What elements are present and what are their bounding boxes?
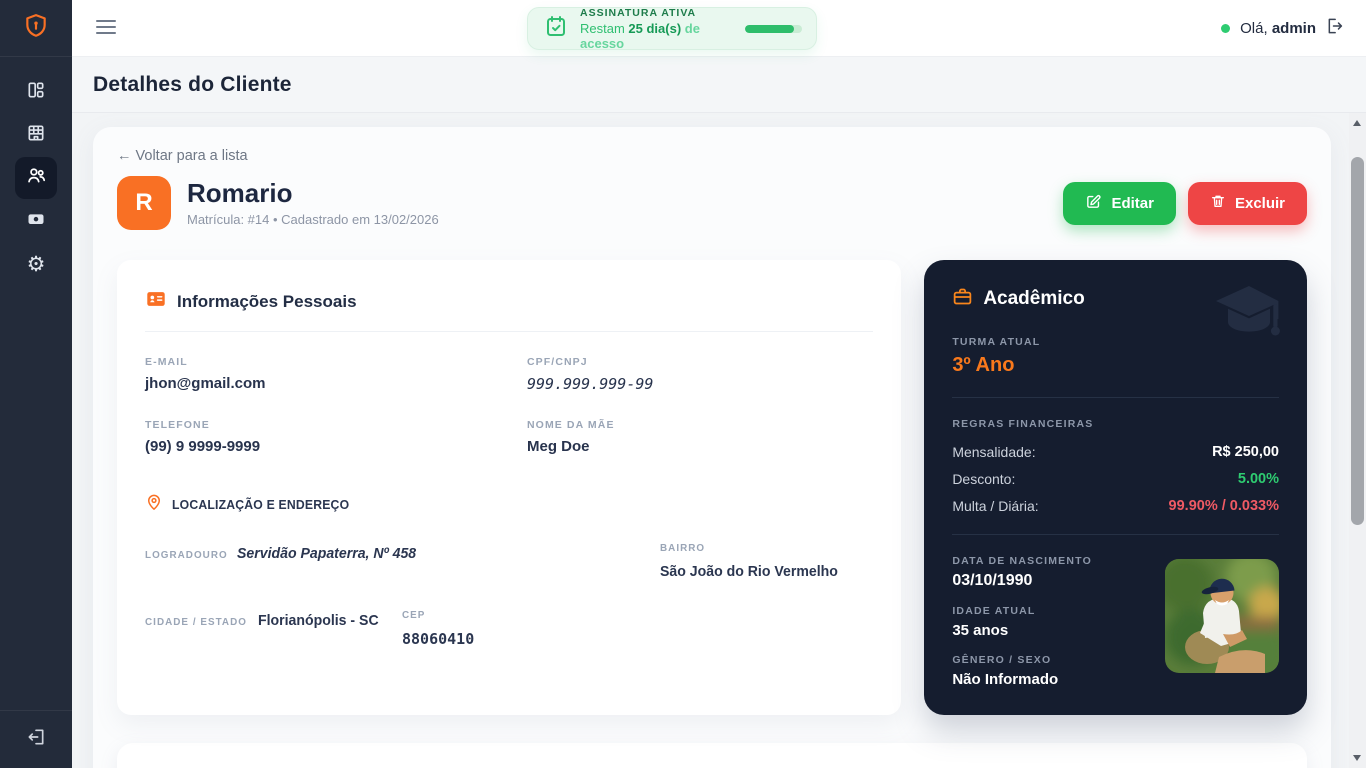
map-pin-icon <box>145 493 163 516</box>
edit-button[interactable]: Editar <box>1063 182 1176 225</box>
user-greeting: Olá, admin <box>1240 20 1316 37</box>
academic-card: Acadêmico TURMA ATUAL 3º Ano REGRAS FINA… <box>924 260 1307 715</box>
scrollbar-down-arrow[interactable] <box>1353 755 1361 761</box>
subscription-status: ASSINATURA ATIVA <box>580 7 745 19</box>
hamburger-menu-icon[interactable] <box>96 20 116 38</box>
field-street: LOGRADOURO Servidão Papaterra, Nº 458 <box>145 538 660 581</box>
age-field: IDADE ATUAL 35 anos <box>952 605 1165 639</box>
sidebar: ⚙ <box>0 0 72 768</box>
sidebar-logout[interactable] <box>0 710 72 768</box>
sidebar-item-finance[interactable] <box>15 200 57 242</box>
wallet-icon <box>26 209 46 234</box>
sidebar-item-settings[interactable]: ⚙ <box>15 243 57 285</box>
gender-field: GÊNERO / SEXO Não Informado <box>952 654 1165 688</box>
subscription-banner: ASSINATURA ATIVA Restam 25 dia(s) de ace… <box>527 7 817 50</box>
scrollbar-up-arrow[interactable] <box>1353 120 1361 126</box>
sidebar-nav: ⚙ <box>0 57 72 285</box>
back-to-list-link[interactable]: ← Voltar para a lista <box>117 148 248 164</box>
main-content: ← Voltar para a lista R Romario Matrícul… <box>72 113 1349 768</box>
field-phone: TELEFONE (99) 9 9999-9999 <box>145 419 527 455</box>
logout-button[interactable] <box>1326 16 1346 41</box>
discount-row: Desconto: 5.00% <box>952 471 1279 487</box>
calendar-check-icon <box>544 14 568 43</box>
client-avatar: R <box>117 176 171 230</box>
online-status-dot <box>1221 24 1230 33</box>
academic-title: Acadêmico <box>983 288 1084 310</box>
field-city-state: CIDADE / ESTADO Florianópolis - SC <box>145 605 402 648</box>
page-title: Detalhes do Cliente <box>93 73 292 97</box>
dashboard-icon <box>26 80 46 105</box>
location-title: LOCALIZAÇÃO E ENDEREÇO <box>172 497 349 512</box>
subscription-progress-fill <box>745 25 794 33</box>
subscription-remaining: Restam 25 dia(s) de acesso <box>580 21 745 51</box>
location-section: LOCALIZAÇÃO E ENDEREÇO LOGRADOURO Servid… <box>145 493 873 648</box>
turma-value: 3º Ano <box>952 354 1279 377</box>
sidebar-item-school[interactable] <box>15 114 57 156</box>
field-zip: CEP 88060410 <box>402 605 660 648</box>
field-mother-name: NOME DA MÃE Meg Doe <box>527 419 873 455</box>
delete-button[interactable]: Excluir <box>1188 182 1307 225</box>
penalty-row: Multa / Diária: 99.90% / 0.033% <box>952 498 1279 514</box>
subscription-progress-track <box>745 25 802 33</box>
scrollbar-thumb[interactable] <box>1351 157 1364 525</box>
briefcase-icon <box>952 286 973 312</box>
field-cpf: CPF/CNPJ 999.999.999-99 <box>527 356 873 393</box>
client-meta: Matrícula: #14 • Cadastrado em 13/02/202… <box>187 212 439 227</box>
sidebar-item-dashboard[interactable] <box>15 71 57 113</box>
personal-info-card: Informações Pessoais E-MAIL jhon@gmail.c… <box>117 260 901 715</box>
shield-logo-icon <box>23 13 49 44</box>
client-photo <box>1165 559 1279 673</box>
gear-icon: ⚙ <box>27 254 46 275</box>
app-logo[interactable] <box>0 0 72 57</box>
client-name: Romario <box>187 179 439 209</box>
users-icon <box>26 165 47 191</box>
birth-date-field: DATA DE NASCIMENTO 03/10/1990 <box>952 555 1165 590</box>
school-building-icon <box>26 123 46 148</box>
content-panel: ← Voltar para a lista R Romario Matrícul… <box>93 127 1331 768</box>
graduation-cap-icon <box>1211 280 1287 351</box>
logout-icon <box>26 727 46 752</box>
next-section-card <box>117 743 1307 768</box>
financial-rules-label: REGRAS FINANCEIRAS <box>952 418 1279 430</box>
field-district: BAIRRO São João do Rio Vermelho <box>660 538 873 581</box>
edit-pencil-icon <box>1085 193 1102 214</box>
fee-row: Mensalidade: R$ 250,00 <box>952 444 1279 460</box>
page-header: Detalhes do Cliente <box>72 57 1366 113</box>
vertical-scrollbar[interactable] <box>1349 113 1366 768</box>
trash-icon <box>1210 193 1226 213</box>
personal-info-title: Informações Pessoais <box>177 292 357 312</box>
field-email: E-MAIL jhon@gmail.com <box>145 356 527 393</box>
user-cluster: Olá, admin <box>1221 0 1346 57</box>
client-header: R Romario Matrícula: #14 • Cadastrado em… <box>117 176 1307 230</box>
sidebar-item-clients[interactable] <box>15 157 57 199</box>
topbar: ASSINATURA ATIVA Restam 25 dia(s) de ace… <box>72 0 1366 57</box>
id-card-icon <box>145 288 167 315</box>
